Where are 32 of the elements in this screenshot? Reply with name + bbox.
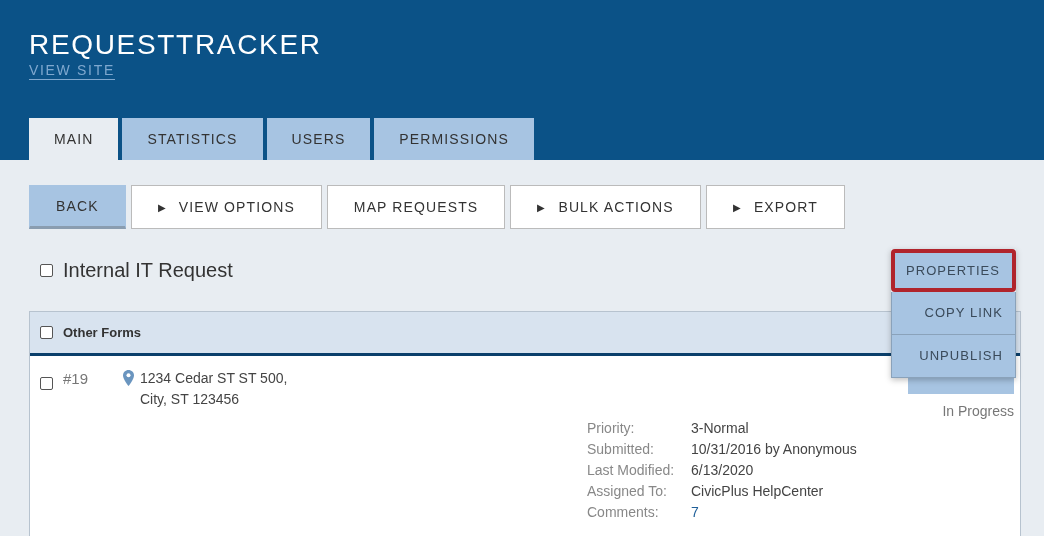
map-pin-icon xyxy=(123,370,134,386)
detail-label: Submitted: xyxy=(587,440,655,459)
tab[interactable]: USERS xyxy=(266,118,371,160)
toolbar-button[interactable]: BACK xyxy=(29,185,126,229)
detail-value: 10/31/2016 by Anonymous xyxy=(691,440,857,459)
table-header-label: Other Forms xyxy=(63,323,141,342)
status-text: In Progress xyxy=(942,402,1014,421)
menu-item[interactable]: UNPUBLISH xyxy=(891,335,1016,378)
toolbar-button[interactable]: ▶ EXPORT xyxy=(705,185,845,229)
menu-item[interactable]: COPY LINK xyxy=(891,292,1016,335)
toolbar-button[interactable]: ▶ BULK ACTIONS xyxy=(510,185,701,229)
tab[interactable]: MAIN xyxy=(29,118,119,160)
detail-value: 3-Normal xyxy=(691,419,750,438)
detail-label: Comments: xyxy=(587,503,660,522)
checkbox[interactable] xyxy=(40,377,53,390)
tab[interactable]: STATISTICS xyxy=(122,118,263,160)
toolbar-button[interactable]: ▶ VIEW OPTIONS xyxy=(130,185,322,229)
request-address: 1234 Cedar ST ST 500, City, ST 123456 xyxy=(140,369,288,409)
detail-label: Priority: xyxy=(587,419,636,438)
checkbox[interactable] xyxy=(40,326,53,339)
tab[interactable]: PERMISSIONS xyxy=(374,118,534,160)
detail-label: Last Modified: xyxy=(587,461,676,480)
form-title: Internal IT Request xyxy=(63,258,233,283)
detail-link[interactable]: 7 xyxy=(691,502,857,523)
detail-label: Assigned To: xyxy=(587,482,668,501)
detail-value: CivicPlus HelpCenter xyxy=(691,482,825,501)
detail-value: 6/13/2020 xyxy=(691,461,755,480)
menu-item[interactable]: PROPERTIES xyxy=(891,249,1016,292)
site-title: REQUESTTRACKER xyxy=(29,30,323,60)
checkbox[interactable] xyxy=(40,263,53,277)
toolbar-button[interactable]: MAP REQUESTS xyxy=(326,185,506,229)
request-number[interactable]: #19 xyxy=(63,368,113,391)
